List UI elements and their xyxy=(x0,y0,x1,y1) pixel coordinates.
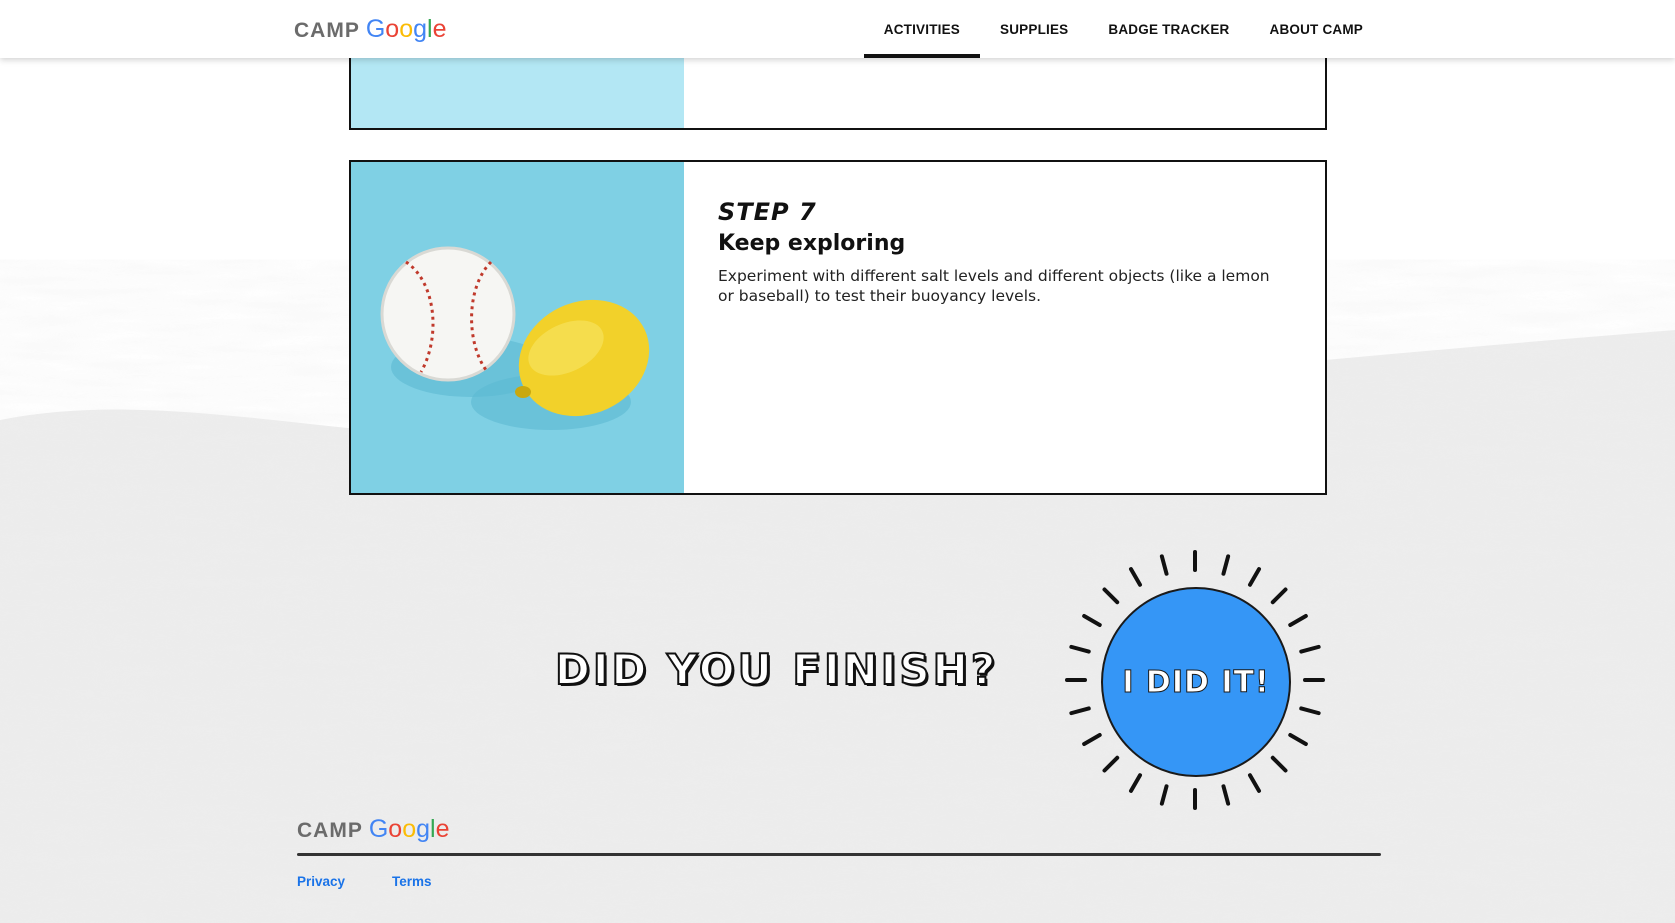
step-card: STEP 7 Keep exploring Experiment with di… xyxy=(349,160,1327,495)
footer-logo-camp-text: CAMP xyxy=(297,819,363,842)
nav-supplies[interactable]: SUPPLIES xyxy=(980,0,1088,58)
sunburst-ray xyxy=(1299,706,1321,716)
baseball-lemon-illustration xyxy=(351,162,684,493)
nav-badge-tracker[interactable]: BADGE TRACKER xyxy=(1088,0,1249,58)
sunburst-ray xyxy=(1069,644,1091,654)
sunburst-ray xyxy=(1129,773,1142,793)
sunburst-ray xyxy=(1270,587,1288,605)
sunburst-ray xyxy=(1221,554,1231,576)
footer-links: Privacy Terms xyxy=(297,874,432,889)
sunburst-ray xyxy=(1082,614,1102,627)
nav-activities[interactable]: ACTIVITIES xyxy=(863,0,981,58)
sunburst-ray xyxy=(1221,784,1231,806)
main-nav: ACTIVITIES SUPPLIES BADGE TRACKER ABOUT … xyxy=(863,0,1384,58)
sunburst-ray xyxy=(1069,706,1091,716)
step-title: Keep exploring xyxy=(718,231,906,256)
sunburst-ray xyxy=(1248,773,1261,793)
sunburst-ray xyxy=(1159,554,1169,576)
sunburst-ray xyxy=(1082,733,1102,746)
i-did-it-button[interactable]: I DID IT! xyxy=(1101,587,1291,777)
privacy-link[interactable]: Privacy xyxy=(297,874,345,889)
sunburst-ray xyxy=(1102,587,1120,605)
logo-google-text: Google xyxy=(365,15,447,43)
did-you-finish-heading: DID YOU FINISH? xyxy=(554,644,999,695)
sunburst-ray xyxy=(1288,733,1308,746)
step-label: STEP 7 xyxy=(718,198,817,226)
footer-camp-google-logo[interactable]: CAMP Google xyxy=(297,815,449,844)
top-header: CAMP Google ACTIVITIES SUPPLIES BADGE TR… xyxy=(0,0,1675,58)
sunburst-ray xyxy=(1129,567,1142,587)
sunburst-ray xyxy=(1299,644,1321,654)
baseball-and-lemon-photo xyxy=(351,162,684,493)
terms-link[interactable]: Terms xyxy=(392,874,432,889)
footer-divider xyxy=(297,853,1381,856)
sunburst-ray xyxy=(1270,755,1288,773)
footer-logo-google-text: Google xyxy=(368,815,450,843)
step-description: Experiment with different salt levels an… xyxy=(718,267,1270,305)
nav-about-camp[interactable]: ABOUT CAMP xyxy=(1250,0,1384,58)
sunburst-ray xyxy=(1159,784,1169,806)
logo-camp-text: CAMP xyxy=(294,19,360,42)
camp-google-logo[interactable]: CAMP Google xyxy=(294,15,446,44)
sunburst-ray xyxy=(1248,567,1261,587)
sunburst-ray xyxy=(1288,614,1308,627)
sunburst-ray xyxy=(1102,755,1120,773)
